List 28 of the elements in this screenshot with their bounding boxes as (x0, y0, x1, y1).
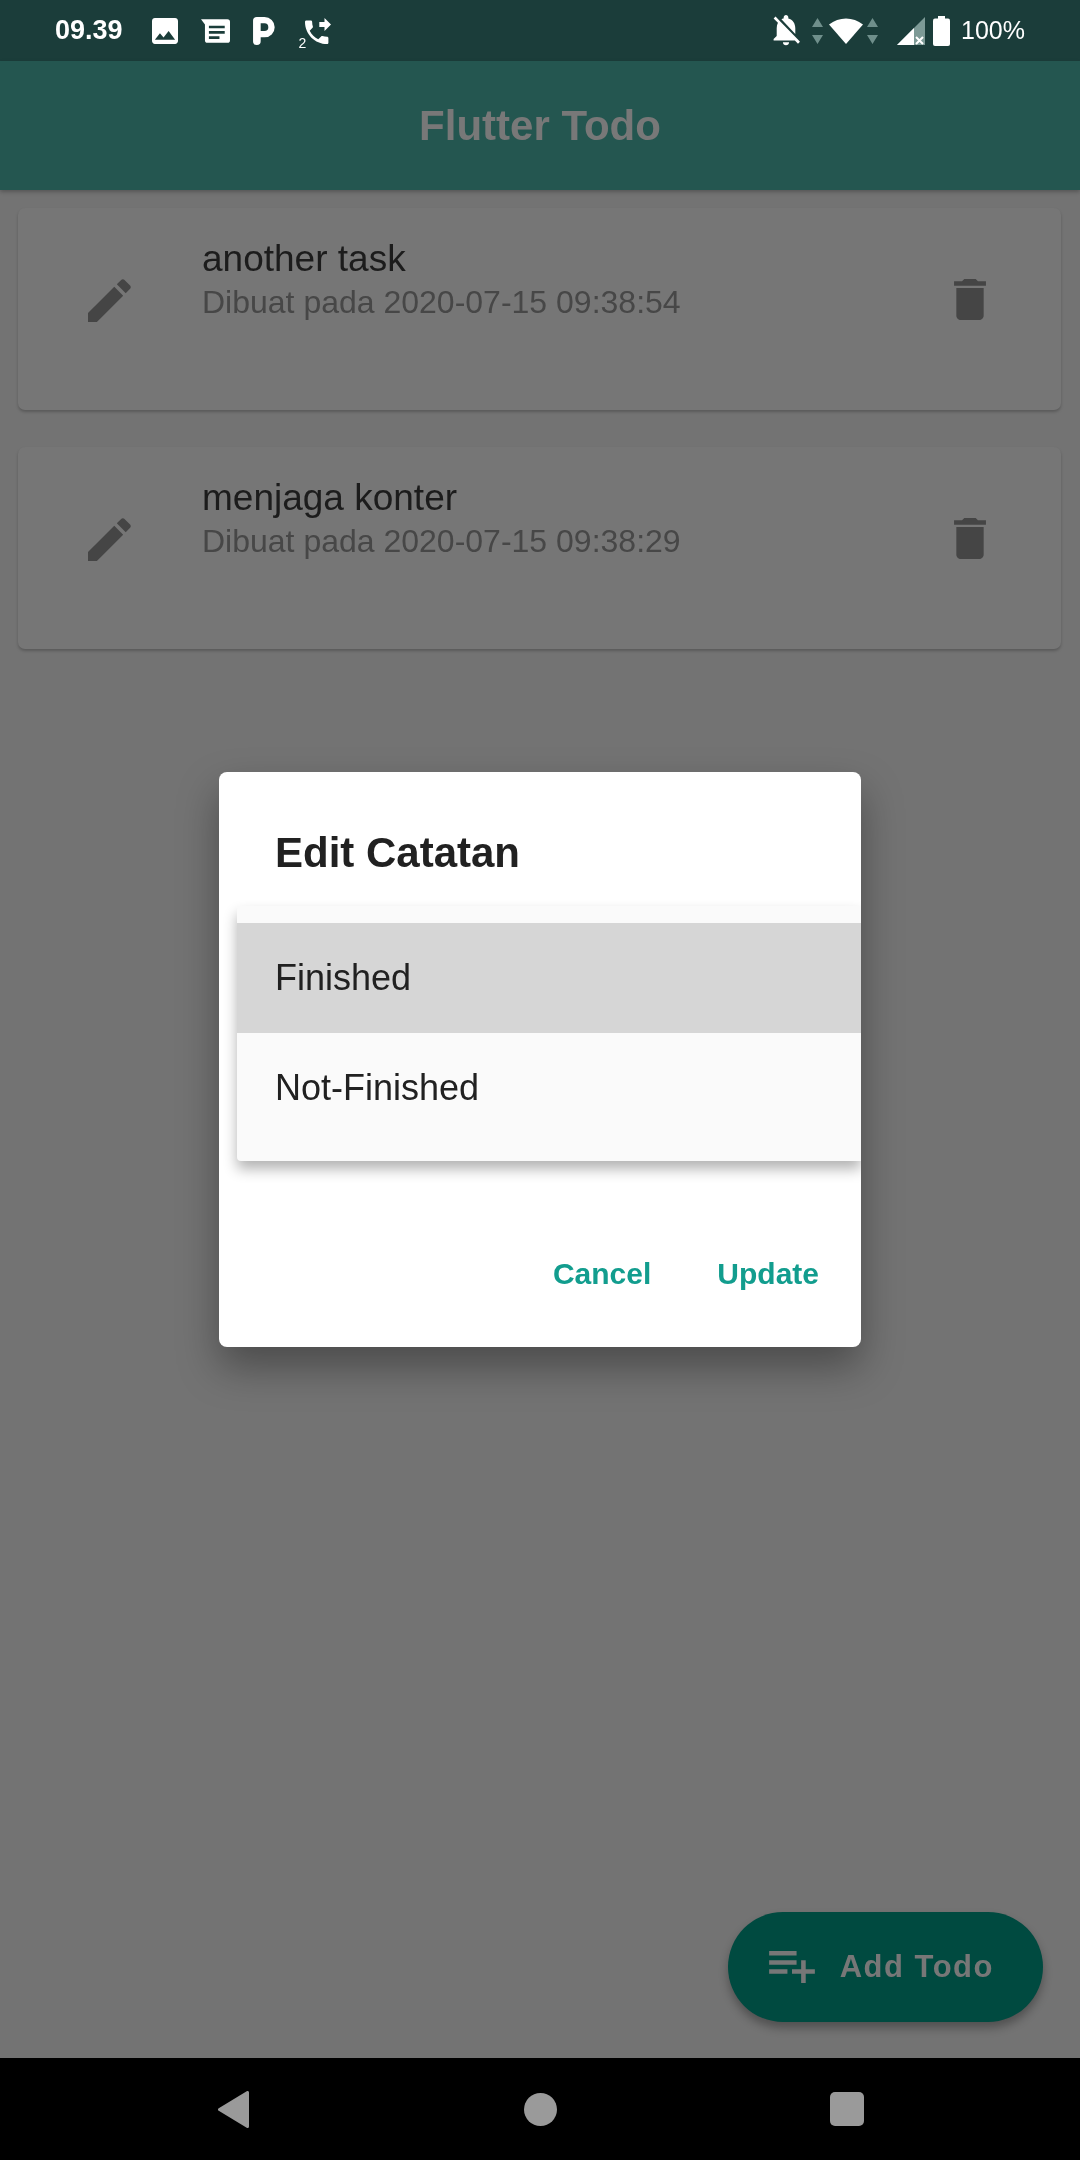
home-icon[interactable] (523, 2092, 557, 2126)
delete-icon[interactable] (954, 279, 986, 320)
battery-percent: 100% (961, 16, 1025, 45)
dropdown-item[interactable]: Not-Finished (237, 1033, 861, 1143)
notifications-off-icon (772, 15, 801, 46)
playlist-add-icon (768, 1951, 815, 1983)
phone-forward-icon (305, 17, 332, 44)
wifi-icon (829, 17, 864, 44)
message-icon (200, 18, 230, 43)
call-count-label: 2 (298, 35, 307, 50)
todo-title: another task (202, 237, 406, 281)
edit-icon[interactable] (88, 279, 131, 322)
image-icon (151, 17, 178, 44)
logo-icon (252, 16, 276, 45)
recents-icon[interactable] (830, 2092, 864, 2126)
back-icon[interactable] (217, 2090, 249, 2128)
todo-title: menjaga konter (202, 476, 458, 520)
delete-icon[interactable] (954, 518, 986, 559)
dialog-title: Edit Catatan (275, 828, 521, 878)
dropdown-item[interactable]: Finished (237, 923, 861, 1033)
add-todo-button[interactable]: Add Todo (727, 1912, 1043, 2022)
data-activity-icon (867, 17, 879, 44)
edit-icon[interactable] (88, 518, 131, 561)
data-activity-icon (812, 17, 824, 44)
signal-icon (897, 16, 926, 45)
battery-icon (933, 15, 951, 46)
app-title: Flutter Todo (419, 101, 661, 150)
clock-time: 09.39 (55, 15, 123, 46)
